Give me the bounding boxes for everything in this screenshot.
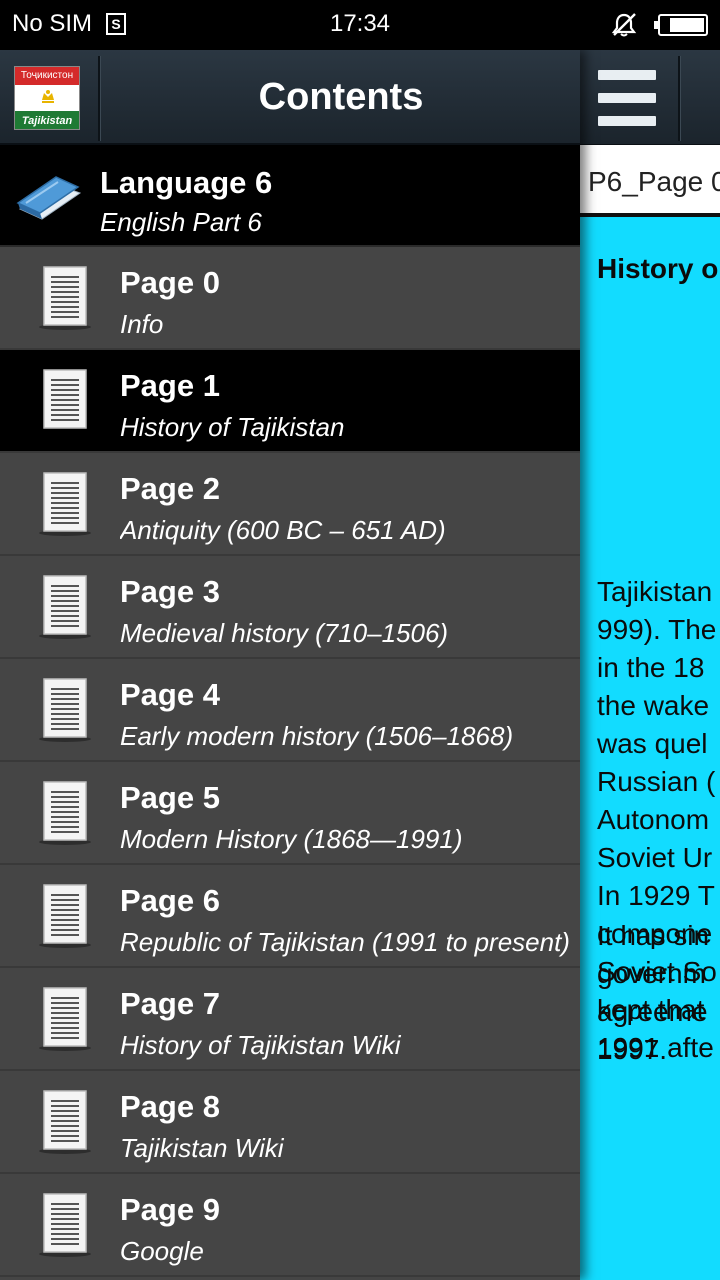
item-title: Page 9 bbox=[120, 1192, 220, 1227]
group-header-language-6[interactable]: Language 6 English Part 6 bbox=[0, 145, 580, 247]
contents-item-page-2[interactable]: Page 2 Antiquity (600 BC – 651 AD) bbox=[0, 453, 580, 556]
book-icon bbox=[16, 176, 82, 220]
content-toolbar bbox=[580, 50, 720, 145]
drawer-title: Contents bbox=[258, 76, 424, 118]
navigation-drawer: Тоҷикистон Tajikistan Contents Language … bbox=[0, 50, 580, 1280]
battery-icon bbox=[654, 14, 708, 36]
toolbar-divider bbox=[678, 56, 681, 141]
item-title: Page 3 bbox=[120, 574, 220, 609]
logo-bottom-text: Tajikistan bbox=[15, 111, 79, 129]
item-subtitle: History of Tajikistan Wiki bbox=[120, 1030, 401, 1060]
contents-item-page-6[interactable]: Page 6 Republic of Tajikistan (1991 to pr… bbox=[0, 865, 580, 968]
item-subtitle: Modern History (1868—1991) bbox=[120, 824, 463, 854]
article-heading: History o bbox=[597, 253, 719, 284]
contents-item-page-3[interactable]: Page 3 Medieval history (710–1506) bbox=[0, 556, 580, 659]
item-subtitle: Google bbox=[120, 1236, 204, 1266]
hamburger-menu-icon[interactable] bbox=[598, 70, 656, 126]
contents-item-page-8[interactable]: Page 8 Tajikistan Wiki bbox=[0, 1071, 580, 1174]
document-icon bbox=[38, 986, 92, 1052]
item-subtitle: History of Tajikistan bbox=[120, 412, 345, 442]
article-paragraph-2: It has sin governm agreeme 1997. bbox=[597, 917, 709, 1069]
group-subtitle: English Part 6 bbox=[100, 207, 262, 237]
contents-item-page-9[interactable]: Page 9 Google bbox=[0, 1174, 580, 1277]
item-title: Page 4 bbox=[120, 677, 220, 712]
status-right bbox=[610, 12, 708, 38]
item-title: Page 7 bbox=[120, 986, 220, 1021]
document-icon bbox=[38, 368, 92, 434]
header-divider bbox=[98, 56, 101, 141]
contents-item-page-5[interactable]: Page 5 Modern History (1868—1991) bbox=[0, 762, 580, 865]
app-logo[interactable]: Тоҷикистон Tajikistan bbox=[14, 66, 80, 130]
status-bar: No SIM S 17:34 bbox=[0, 0, 720, 50]
item-title: Page 6 bbox=[120, 883, 220, 918]
item-title: Page 0 bbox=[120, 265, 220, 300]
contents-item-page-7[interactable]: Page 7 History of Tajikistan Wiki bbox=[0, 968, 580, 1071]
item-title: Page 8 bbox=[120, 1089, 220, 1124]
article-line: Soviet Ur bbox=[597, 842, 713, 873]
item-subtitle: Antiquity (600 BC – 651 AD) bbox=[120, 515, 446, 545]
item-subtitle: Tajikistan Wiki bbox=[120, 1133, 284, 1163]
contents-list: Language 6 English Part 6 Page 0 Info Page… bbox=[0, 145, 580, 1277]
article-line: was quel bbox=[597, 728, 708, 759]
logo-top-text: Тоҷикистон bbox=[15, 67, 79, 85]
document-icon bbox=[38, 471, 92, 537]
article-line: Autonom bbox=[597, 804, 710, 835]
article-body: History o Tajikistan 999). The in the 18 th… bbox=[597, 250, 720, 1065]
article-line: in the 18 bbox=[597, 652, 705, 683]
article-line: It has sin bbox=[597, 920, 710, 951]
content-panel: P6_Page 0 History o Tajikistan 999). The i… bbox=[580, 50, 720, 1280]
document-icon bbox=[38, 1192, 92, 1258]
article-line: 999). The bbox=[597, 614, 717, 645]
logo-flag-band bbox=[15, 85, 79, 111]
document-icon bbox=[38, 1089, 92, 1155]
document-icon bbox=[38, 677, 92, 743]
article-line: Tajikistan bbox=[597, 576, 713, 607]
contents-item-page-4[interactable]: Page 4 Early modern history (1506–1868) bbox=[0, 659, 580, 762]
contents-item-page-0[interactable]: Page 0 Info bbox=[0, 247, 580, 350]
item-subtitle: Republic of Tajikistan (1991 to present) bbox=[120, 927, 570, 957]
article-line: Russian ( bbox=[597, 766, 716, 797]
tab-current-page[interactable]: P6_Page 0 bbox=[580, 145, 720, 217]
group-title: Language 6 bbox=[100, 165, 273, 200]
drawer-header: Тоҷикистон Tajikistan Contents bbox=[0, 50, 580, 145]
article-line: 1997. bbox=[597, 1034, 668, 1065]
item-subtitle: Early modern history (1506–1868) bbox=[120, 721, 514, 751]
article-line: the wake bbox=[597, 690, 710, 721]
article-line: agreeme bbox=[597, 996, 708, 1027]
item-title: Page 2 bbox=[120, 471, 220, 506]
crown-icon bbox=[42, 90, 54, 103]
document-icon bbox=[38, 574, 92, 640]
document-icon bbox=[38, 265, 92, 331]
item-title: Page 1 bbox=[120, 368, 220, 403]
document-icon bbox=[38, 780, 92, 846]
document-icon bbox=[38, 883, 92, 949]
item-title: Page 5 bbox=[120, 780, 220, 815]
bell-muted-icon bbox=[611, 13, 637, 37]
article-line: governm bbox=[597, 958, 706, 989]
battery-level bbox=[670, 18, 704, 32]
contents-item-page-1[interactable]: Page 1 History of Tajikistan bbox=[0, 350, 580, 453]
item-subtitle: Info bbox=[120, 309, 164, 339]
item-subtitle: Medieval history (710–1506) bbox=[120, 618, 449, 648]
article-line: In 1929 T bbox=[597, 880, 715, 911]
